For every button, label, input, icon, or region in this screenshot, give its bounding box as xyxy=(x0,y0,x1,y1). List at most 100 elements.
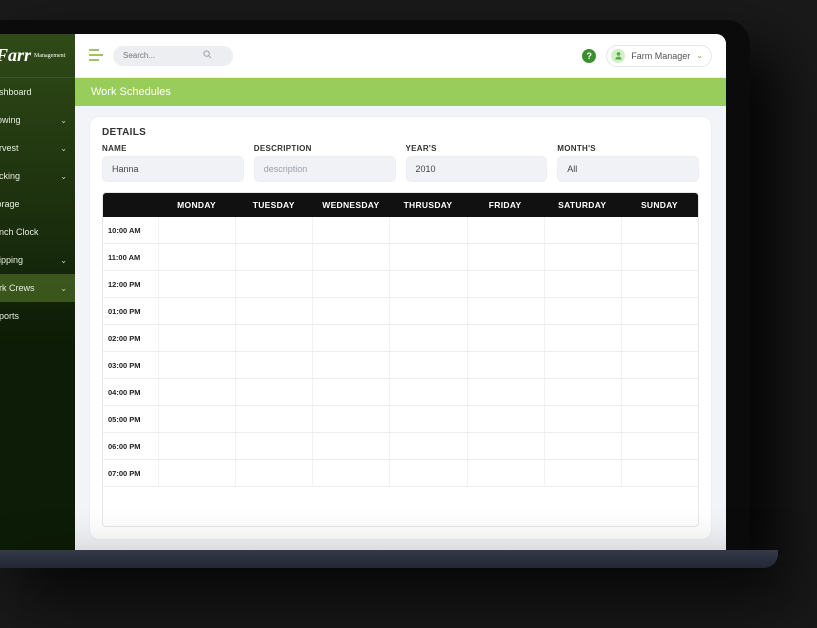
schedule-cell[interactable] xyxy=(312,244,389,270)
menu-toggle-icon[interactable] xyxy=(89,48,103,64)
schedule-cell[interactable] xyxy=(389,406,466,432)
schedule-cell[interactable] xyxy=(158,217,235,243)
schedule-cell[interactable] xyxy=(235,379,312,405)
time-label: 12:00 PM xyxy=(103,271,158,297)
schedule-cell[interactable] xyxy=(389,217,466,243)
sidebar-nav: ashboardrowing⌄arvest⌄acking⌄torageunch … xyxy=(0,78,75,330)
schedule-cell[interactable] xyxy=(158,406,235,432)
input-name[interactable]: Hanna xyxy=(102,156,244,182)
schedule-cell[interactable] xyxy=(312,271,389,297)
schedule-cell[interactable] xyxy=(158,271,235,297)
schedule-row: 07:00 PM xyxy=(103,460,698,487)
search-input-wrap[interactable] xyxy=(113,46,233,66)
schedule-cell[interactable] xyxy=(235,244,312,270)
select-year[interactable]: 2010 xyxy=(406,156,548,182)
schedule-cell[interactable] xyxy=(389,379,466,405)
schedule-cell[interactable] xyxy=(389,460,466,486)
schedule-cell[interactable] xyxy=(235,217,312,243)
select-month[interactable]: All xyxy=(557,156,699,182)
sidebar-item-1[interactable]: rowing⌄ xyxy=(0,106,75,134)
schedule-cell[interactable] xyxy=(467,433,544,459)
sidebar-item-4[interactable]: torage xyxy=(0,190,75,218)
schedule-cell[interactable] xyxy=(312,352,389,378)
schedule-cell[interactable] xyxy=(544,379,621,405)
schedule-cell[interactable] xyxy=(544,325,621,351)
schedule-cell[interactable] xyxy=(544,460,621,486)
sidebar-item-2[interactable]: arvest⌄ xyxy=(0,134,75,162)
help-icon[interactable]: ? xyxy=(582,49,596,63)
schedule-cell[interactable] xyxy=(544,244,621,270)
schedule-cell[interactable] xyxy=(467,325,544,351)
schedule-cell[interactable] xyxy=(467,460,544,486)
schedule-cell[interactable] xyxy=(621,433,698,459)
schedule-cell[interactable] xyxy=(235,460,312,486)
schedule-cell[interactable] xyxy=(158,325,235,351)
schedule-cell[interactable] xyxy=(389,352,466,378)
schedule-cell[interactable] xyxy=(312,406,389,432)
schedule-cell[interactable] xyxy=(544,217,621,243)
schedule-cell[interactable] xyxy=(312,460,389,486)
schedule-cell[interactable] xyxy=(621,217,698,243)
schedule-cell[interactable] xyxy=(389,244,466,270)
search-icon xyxy=(203,50,212,61)
schedule-cell[interactable] xyxy=(389,325,466,351)
schedule-cell[interactable] xyxy=(621,406,698,432)
schedule-row: 05:00 PM xyxy=(103,406,698,433)
schedule-cell[interactable] xyxy=(389,271,466,297)
schedule-cell[interactable] xyxy=(158,460,235,486)
schedule-cell[interactable] xyxy=(312,379,389,405)
schedule-cell[interactable] xyxy=(158,352,235,378)
schedule-cell[interactable] xyxy=(312,433,389,459)
schedule-cell[interactable] xyxy=(235,352,312,378)
field-name: NAME Hanna xyxy=(102,144,244,182)
schedule-cell[interactable] xyxy=(467,271,544,297)
page-title: Work Schedules xyxy=(91,86,171,98)
schedule-cell[interactable] xyxy=(312,325,389,351)
schedule-cell[interactable] xyxy=(158,433,235,459)
schedule-cell[interactable] xyxy=(235,433,312,459)
avatar-icon xyxy=(611,49,625,63)
schedule-cell[interactable] xyxy=(544,352,621,378)
schedule-cell[interactable] xyxy=(544,406,621,432)
schedule-cell[interactable] xyxy=(467,352,544,378)
schedule-cell[interactable] xyxy=(467,379,544,405)
schedule-cell[interactable] xyxy=(621,460,698,486)
schedule-cell[interactable] xyxy=(235,298,312,324)
schedule-cell[interactable] xyxy=(621,352,698,378)
schedule-cell[interactable] xyxy=(235,271,312,297)
schedule-cell[interactable] xyxy=(621,244,698,270)
schedule-cell[interactable] xyxy=(544,271,621,297)
schedule-cell[interactable] xyxy=(621,325,698,351)
schedule-cell[interactable] xyxy=(235,325,312,351)
schedule-cell[interactable] xyxy=(621,379,698,405)
schedule-cell[interactable] xyxy=(467,406,544,432)
schedule-cell[interactable] xyxy=(158,244,235,270)
chevron-down-icon: ⌄ xyxy=(60,256,67,265)
sidebar-item-0[interactable]: ashboard xyxy=(0,78,75,106)
chevron-down-icon: ⌄ xyxy=(60,116,67,125)
sidebar-item-3[interactable]: acking⌄ xyxy=(0,162,75,190)
time-label: 04:00 PM xyxy=(103,379,158,405)
schedule-cell[interactable] xyxy=(467,298,544,324)
user-menu[interactable]: Farm Manager ⌄ xyxy=(606,45,712,67)
page-title-bar: Work Schedules xyxy=(75,78,726,106)
sidebar-item-6[interactable]: hipping⌄ xyxy=(0,246,75,274)
sidebar-item-5[interactable]: unch Clock xyxy=(0,218,75,246)
schedule-cell[interactable] xyxy=(544,298,621,324)
schedule-cell[interactable] xyxy=(312,298,389,324)
schedule-cell[interactable] xyxy=(544,433,621,459)
schedule-cell[interactable] xyxy=(389,433,466,459)
schedule-cell[interactable] xyxy=(389,298,466,324)
sidebar-item-7[interactable]: ork Crews⌄ xyxy=(0,274,75,302)
schedule-cell[interactable] xyxy=(621,271,698,297)
schedule-cell[interactable] xyxy=(312,217,389,243)
input-description[interactable]: description xyxy=(254,156,396,182)
schedule-cell[interactable] xyxy=(158,379,235,405)
search-input[interactable] xyxy=(123,51,203,60)
schedule-cell[interactable] xyxy=(621,298,698,324)
schedule-cell[interactable] xyxy=(158,298,235,324)
sidebar-item-8[interactable]: eports xyxy=(0,302,75,330)
schedule-cell[interactable] xyxy=(467,244,544,270)
schedule-cell[interactable] xyxy=(467,217,544,243)
schedule-cell[interactable] xyxy=(235,406,312,432)
